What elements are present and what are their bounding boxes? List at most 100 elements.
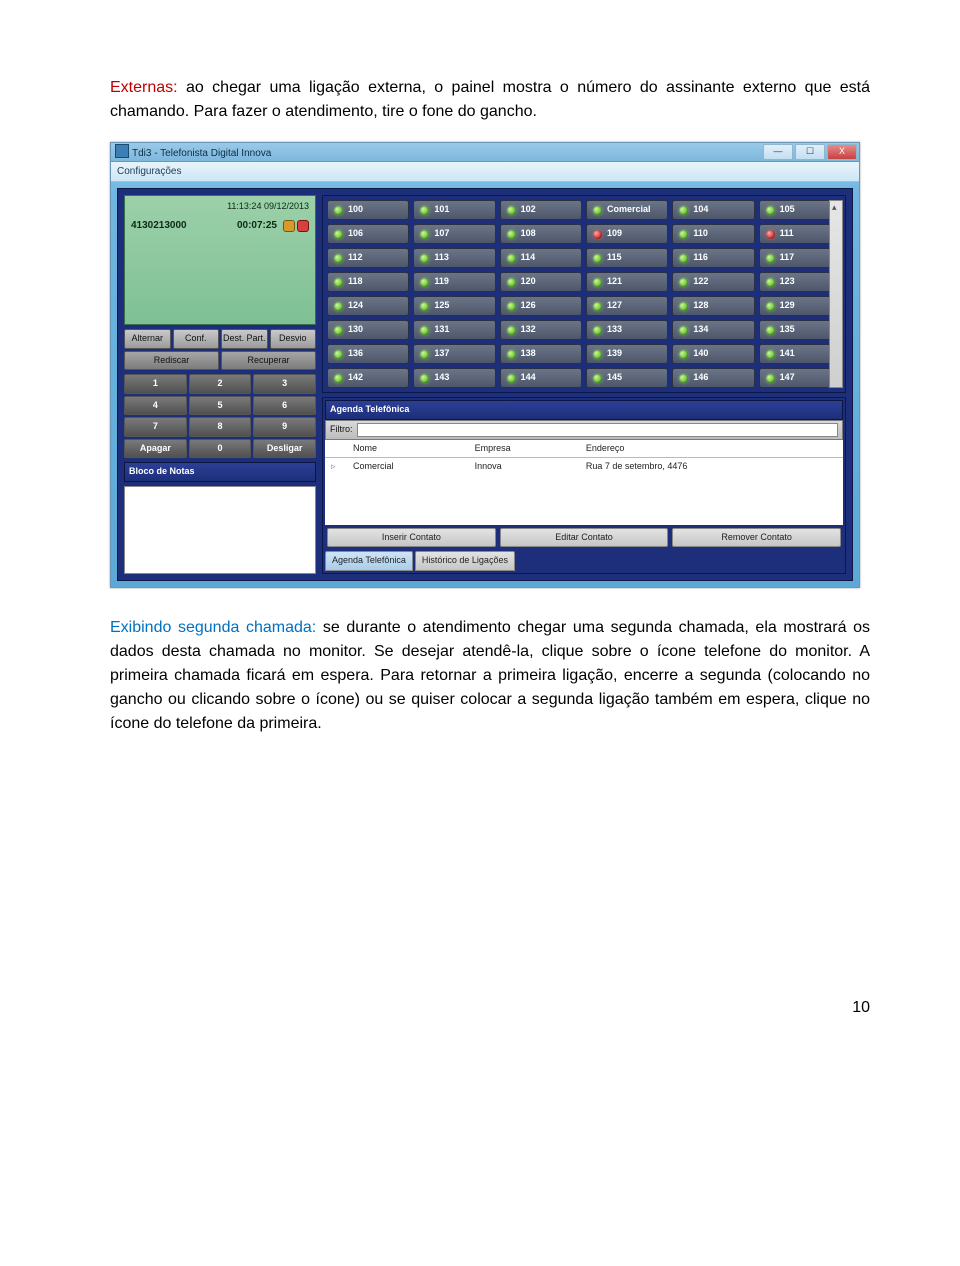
extension-label: 102 bbox=[521, 203, 536, 217]
hangup-icon[interactable] bbox=[297, 220, 309, 232]
extension-120[interactable]: 120 bbox=[500, 272, 582, 292]
extension-146[interactable]: 146 bbox=[672, 368, 754, 388]
extension-125[interactable]: 125 bbox=[413, 296, 495, 316]
monitor-call-row: 4130213000 00:07:25 bbox=[131, 218, 309, 233]
extension-133[interactable]: 133 bbox=[586, 320, 668, 340]
keypad-key-apagar[interactable]: Apagar bbox=[124, 439, 187, 459]
app-icon bbox=[115, 144, 129, 158]
tab-historico[interactable]: Histórico de Ligações bbox=[415, 551, 515, 571]
keypad-key-7[interactable]: 7 bbox=[124, 417, 187, 437]
extension-140[interactable]: 140 bbox=[672, 344, 754, 364]
window-min-button[interactable]: — bbox=[763, 144, 793, 160]
extension-128[interactable]: 128 bbox=[672, 296, 754, 316]
bloco-notas-area[interactable] bbox=[124, 486, 316, 574]
extension-130[interactable]: 130 bbox=[327, 320, 409, 340]
extension-label: 121 bbox=[607, 275, 622, 289]
bloco-notas-title: Bloco de Notas bbox=[124, 462, 316, 482]
remover-contato-button[interactable]: Remover Contato bbox=[672, 528, 841, 548]
conf-button[interactable]: Conf. bbox=[173, 329, 220, 349]
extension-139[interactable]: 139 bbox=[586, 344, 668, 364]
page-number: 10 bbox=[110, 996, 870, 1020]
recuperar-button[interactable]: Recuperar bbox=[221, 351, 316, 371]
dest-part-button[interactable]: Dest. Part. bbox=[221, 329, 268, 349]
extension-label: 142 bbox=[348, 371, 363, 385]
expand-icon[interactable]: ▹ bbox=[325, 458, 347, 476]
extension-102[interactable]: 102 bbox=[500, 200, 582, 220]
keypad-key-6[interactable]: 6 bbox=[253, 396, 316, 416]
extension-108[interactable]: 108 bbox=[500, 224, 582, 244]
extension-114[interactable]: 114 bbox=[500, 248, 582, 268]
lamp-icon bbox=[593, 326, 602, 335]
extension-144[interactable]: 144 bbox=[500, 368, 582, 388]
extension-label: 143 bbox=[434, 371, 449, 385]
keypad-key-9[interactable]: 9 bbox=[253, 417, 316, 437]
extension-143[interactable]: 143 bbox=[413, 368, 495, 388]
extension-119[interactable]: 119 bbox=[413, 272, 495, 292]
extension-127[interactable]: 127 bbox=[586, 296, 668, 316]
agenda-filtro-input[interactable] bbox=[357, 423, 839, 437]
extension-116[interactable]: 116 bbox=[672, 248, 754, 268]
extension-110[interactable]: 110 bbox=[672, 224, 754, 244]
extension-132[interactable]: 132 bbox=[500, 320, 582, 340]
extension-104[interactable]: 104 bbox=[672, 200, 754, 220]
extension-134[interactable]: 134 bbox=[672, 320, 754, 340]
extension-109[interactable]: 109 bbox=[586, 224, 668, 244]
keypad-key-0[interactable]: 0 bbox=[189, 439, 252, 459]
extension-138[interactable]: 138 bbox=[500, 344, 582, 364]
window-title: Tdi3 - Telefonista Digital Innova bbox=[115, 144, 271, 161]
lamp-icon bbox=[679, 302, 688, 311]
extension-scrollbar[interactable] bbox=[829, 200, 843, 388]
window-titlebar[interactable]: Tdi3 - Telefonista Digital Innova — ☐ X bbox=[110, 142, 860, 162]
extension-label: Comercial bbox=[607, 203, 651, 217]
extension-Comercial[interactable]: Comercial bbox=[586, 200, 668, 220]
keypad-key-2[interactable]: 2 bbox=[189, 374, 252, 394]
lamp-icon bbox=[766, 278, 775, 287]
phone-icon[interactable] bbox=[283, 220, 295, 232]
keypad-key-desligar[interactable]: Desligar bbox=[253, 439, 316, 459]
agenda-filtro-label: Filtro: bbox=[330, 423, 353, 437]
agenda-panel: Agenda Telefônica Filtro: Nome Empresa bbox=[322, 397, 846, 574]
rediscar-button[interactable]: Rediscar bbox=[124, 351, 219, 371]
extension-136[interactable]: 136 bbox=[327, 344, 409, 364]
keypad-key-3[interactable]: 3 bbox=[253, 374, 316, 394]
extension-121[interactable]: 121 bbox=[586, 272, 668, 292]
window-max-button[interactable]: ☐ bbox=[795, 144, 825, 160]
window-close-button[interactable]: X bbox=[827, 144, 857, 160]
extension-145[interactable]: 145 bbox=[586, 368, 668, 388]
extension-115[interactable]: 115 bbox=[586, 248, 668, 268]
desvio-button[interactable]: Desvio bbox=[270, 329, 317, 349]
agenda-row[interactable]: ▹ Comercial Innova Rua 7 de setembro, 44… bbox=[325, 458, 843, 476]
inserir-contato-button[interactable]: Inserir Contato bbox=[327, 528, 496, 548]
lamp-icon bbox=[334, 302, 343, 311]
extension-106[interactable]: 106 bbox=[327, 224, 409, 244]
menu-configuracoes[interactable]: Configurações bbox=[111, 162, 859, 182]
extension-label: 131 bbox=[434, 323, 449, 337]
lamp-icon bbox=[334, 374, 343, 383]
extension-118[interactable]: 118 bbox=[327, 272, 409, 292]
tab-agenda[interactable]: Agenda Telefônica bbox=[325, 551, 413, 571]
extension-100[interactable]: 100 bbox=[327, 200, 409, 220]
lamp-icon bbox=[507, 230, 516, 239]
extension-113[interactable]: 113 bbox=[413, 248, 495, 268]
agenda-header-empresa[interactable]: Empresa bbox=[469, 440, 580, 458]
keypad-key-8[interactable]: 8 bbox=[189, 417, 252, 437]
keypad-key-1[interactable]: 1 bbox=[124, 374, 187, 394]
extension-122[interactable]: 122 bbox=[672, 272, 754, 292]
keypad-key-4[interactable]: 4 bbox=[124, 396, 187, 416]
agenda-header-nome[interactable]: Nome bbox=[347, 440, 469, 458]
lamp-icon bbox=[593, 278, 602, 287]
extension-112[interactable]: 112 bbox=[327, 248, 409, 268]
extension-label: 124 bbox=[348, 299, 363, 313]
extension-137[interactable]: 137 bbox=[413, 344, 495, 364]
agenda-header-endereco[interactable]: Endereço bbox=[580, 440, 843, 458]
heading-exibindo: Exibindo segunda chamada: bbox=[110, 619, 316, 636]
extension-126[interactable]: 126 bbox=[500, 296, 582, 316]
extension-101[interactable]: 101 bbox=[413, 200, 495, 220]
keypad-key-5[interactable]: 5 bbox=[189, 396, 252, 416]
extension-124[interactable]: 124 bbox=[327, 296, 409, 316]
alternar-button[interactable]: Alternar bbox=[124, 329, 171, 349]
extension-131[interactable]: 131 bbox=[413, 320, 495, 340]
editar-contato-button[interactable]: Editar Contato bbox=[500, 528, 669, 548]
extension-142[interactable]: 142 bbox=[327, 368, 409, 388]
extension-107[interactable]: 107 bbox=[413, 224, 495, 244]
